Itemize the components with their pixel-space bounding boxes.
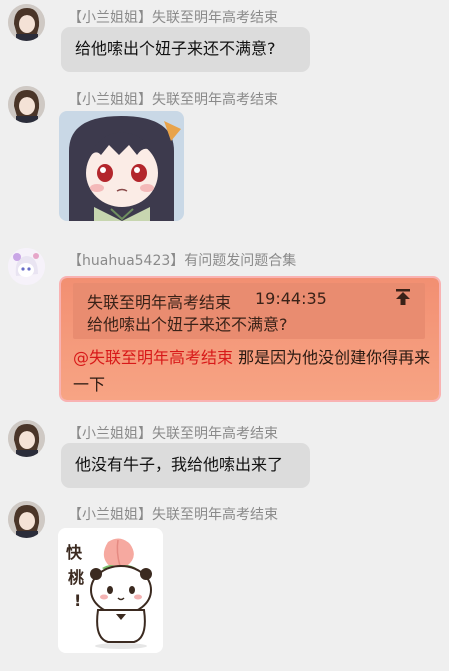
sender-name: 【小兰姐姐】失联至明年高考结束 — [68, 92, 278, 108]
jump-to-quote-icon[interactable] — [393, 287, 413, 307]
sender-name: 【小兰姐姐】失联至明年高考结束 — [68, 507, 278, 523]
panda-peach-sticker[interactable]: 快 桃 ! — [58, 528, 163, 653]
quoted-text: 给他嗦出个妞子来还不满意? — [87, 315, 288, 334]
quoted-time: 19:44:35 — [255, 289, 327, 308]
message-bubble[interactable]: 他没有牛子，我给他嗦出来了 — [61, 443, 310, 488]
sender-avatar[interactable] — [8, 501, 45, 538]
sender-name: 【huahua5423】有问题发问题合集 — [68, 253, 297, 269]
sender-name: 【小兰姐姐】失联至明年高考结束 — [68, 426, 278, 442]
quoted-author: 失联至明年高考结束 — [87, 293, 232, 312]
reply-text: @失联至明年高考结束 那是因为他没创建你得再来一下 — [73, 344, 433, 398]
sender-avatar[interactable] — [8, 86, 45, 123]
sticker-text-kuai: 快 — [66, 543, 83, 562]
sticker-text-exclaim: ! — [74, 591, 81, 610]
message-bubble[interactable]: 给他嗦出个妞子来还不满意? — [61, 27, 310, 72]
quoted-message[interactable]: 失联至明年高考结束 19:44:35 给他嗦出个妞子来还不满意? — [73, 283, 425, 339]
reply-message-bubble[interactable]: 失联至明年高考结束 19:44:35 给他嗦出个妞子来还不满意? @失联至明年高… — [61, 278, 439, 400]
anime-girl-sticker[interactable] — [59, 111, 184, 221]
sender-avatar[interactable] — [8, 420, 45, 457]
sender-avatar[interactable] — [8, 248, 45, 285]
sender-avatar[interactable] — [8, 4, 45, 41]
sticker-text-tao: 桃 — [68, 568, 84, 587]
mention-link[interactable]: @失联至明年高考结束 — [73, 348, 233, 367]
sender-name: 【小兰姐姐】失联至明年高考结束 — [68, 10, 278, 26]
